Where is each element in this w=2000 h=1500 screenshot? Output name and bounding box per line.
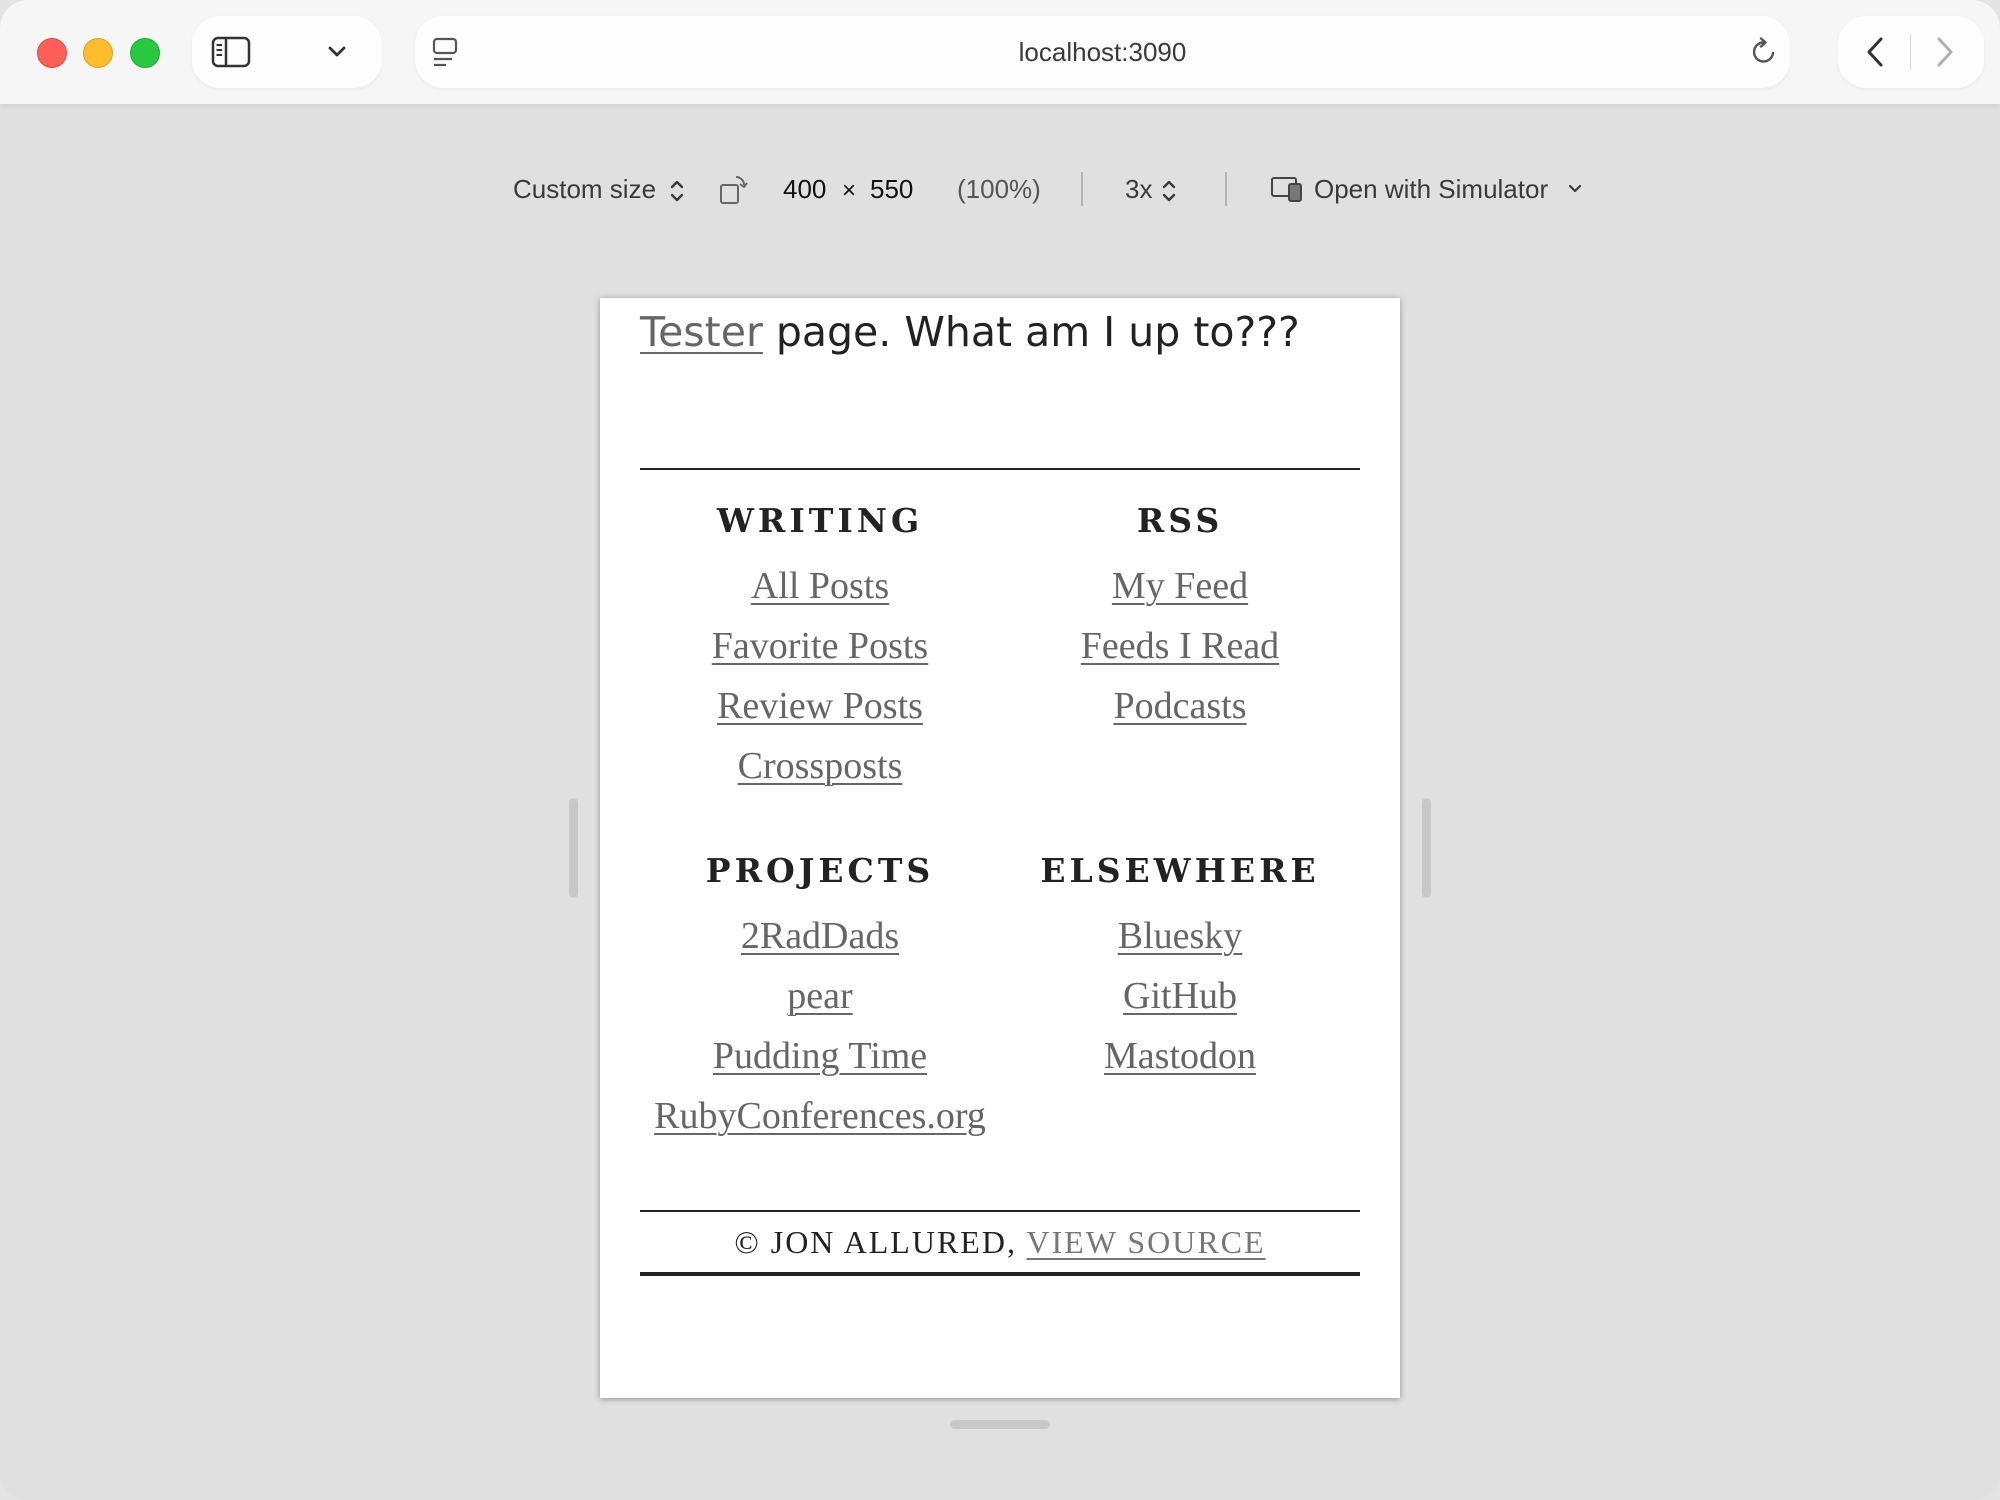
browser-window: localhost:3090 Custom size 400 × 550 (10… [0, 0, 2000, 1500]
reload-icon[interactable] [1748, 36, 1780, 68]
section-heading: RSS [1136, 501, 1224, 540]
list-item: All Posts [640, 556, 1000, 616]
list-item: My Feed [1000, 556, 1360, 616]
zoom-level: (100%) [957, 174, 1041, 204]
crossposts-link[interactable]: Crossposts [738, 745, 903, 787]
footer: © JON ALLURED, VIEW SOURCE [640, 1212, 1360, 1272]
list-item: GitHub [1000, 966, 1360, 1026]
minimize-window-button[interactable] [83, 38, 113, 68]
dimension-separator: × [842, 177, 857, 204]
list-item: Pudding Time [640, 1026, 1000, 1086]
browser-toolbar: localhost:3090 [0, 0, 2000, 104]
copyright-text: © JON ALLURED, [734, 1224, 1027, 1260]
favorite-posts-link[interactable]: Favorite Posts [712, 625, 928, 667]
github-link[interactable]: GitHub [1123, 975, 1237, 1017]
elsewhere-section: ELSEWHERE Bluesky GitHub Mastodon [1000, 836, 1360, 1086]
list-item: Favorite Posts [640, 616, 1000, 676]
list-item: Crossposts [640, 736, 1000, 796]
section-heading: ELSEWHERE [1040, 851, 1320, 890]
close-window-button[interactable] [37, 38, 67, 68]
rss-section: RSS My Feed Feeds I Read Podcasts [1000, 486, 1360, 736]
chevron-down-icon[interactable] [325, 42, 349, 62]
resize-handle-bottom[interactable] [950, 1420, 1050, 1429]
navigation-group [1838, 16, 1984, 88]
sidebar-icon[interactable] [211, 36, 251, 68]
url-text[interactable]: localhost:3090 [415, 16, 1790, 88]
view-source-link[interactable]: VIEW SOURCE [1026, 1224, 1265, 1260]
resize-handle-left[interactable] [569, 798, 578, 898]
pudding-time-link[interactable]: Pudding Time [713, 1035, 927, 1077]
divider [1225, 172, 1227, 206]
bluesky-link[interactable]: Bluesky [1118, 915, 1243, 957]
my-feed-link[interactable]: My Feed [1112, 565, 1248, 607]
intro-line: Tester page. What am I up to??? [640, 308, 1300, 356]
podcasts-link[interactable]: Podcasts [1114, 685, 1247, 727]
updown-chevron-icon[interactable] [668, 176, 686, 206]
device-icon [1271, 177, 1302, 202]
list-item: RubyConferences.org [640, 1086, 1000, 1146]
divider [640, 1272, 1360, 1276]
all-posts-link[interactable]: All Posts [751, 565, 889, 607]
list-item: pear [640, 966, 1000, 1026]
projects-section: PROJECTS 2RadDads pear Pudding Time Ruby… [640, 836, 1000, 1146]
2raddads-link[interactable]: 2RadDads [741, 915, 899, 957]
nav-divider [1910, 34, 1911, 70]
forward-icon[interactable] [1932, 33, 1958, 71]
back-icon[interactable] [1862, 33, 1888, 71]
updown-chevron-icon[interactable] [1160, 176, 1178, 206]
size-preset-select[interactable]: Custom size [513, 174, 656, 205]
list-item: Bluesky [1000, 906, 1360, 966]
chevron-down-icon[interactable] [1567, 182, 1583, 196]
section-heading: PROJECTS [705, 851, 935, 890]
list-item: Mastodon [1000, 1026, 1360, 1086]
feeds-i-read-link[interactable]: Feeds I Read [1081, 625, 1279, 667]
tester-link[interactable]: Tester [640, 308, 763, 356]
rubyconferences-link[interactable]: RubyConferences.org [654, 1095, 986, 1137]
list-item: Podcasts [1000, 676, 1360, 736]
section-heading: WRITING [716, 501, 924, 540]
divider [1081, 172, 1083, 206]
list-item: 2RadDads [640, 906, 1000, 966]
list-item: Feeds I Read [1000, 616, 1360, 676]
device-viewport: Tester page. What am I up to??? WRITING … [600, 298, 1400, 1398]
responsive-design-bar: Custom size 400 × 550 (100%) 3x Open wit… [0, 160, 2000, 222]
review-posts-link[interactable]: Review Posts [717, 685, 923, 727]
mastodon-link[interactable]: Mastodon [1104, 1035, 1256, 1077]
intro-text: page. What am I up to??? [762, 308, 1300, 356]
writing-section: WRITING All Posts Favorite Posts Review … [640, 486, 1000, 796]
pear-link[interactable]: pear [787, 975, 852, 1017]
divider [640, 468, 1360, 470]
maximize-window-button[interactable] [130, 38, 160, 68]
open-with-simulator-button[interactable]: Open with Simulator [1314, 174, 1548, 205]
resize-handle-right[interactable] [1422, 798, 1431, 898]
viewport-height[interactable]: 550 [870, 174, 913, 205]
viewport-width[interactable]: 400 [783, 174, 826, 205]
rotate-icon[interactable] [718, 172, 750, 206]
list-item: Review Posts [640, 676, 1000, 736]
pixel-ratio-select[interactable]: 3x [1125, 174, 1152, 205]
